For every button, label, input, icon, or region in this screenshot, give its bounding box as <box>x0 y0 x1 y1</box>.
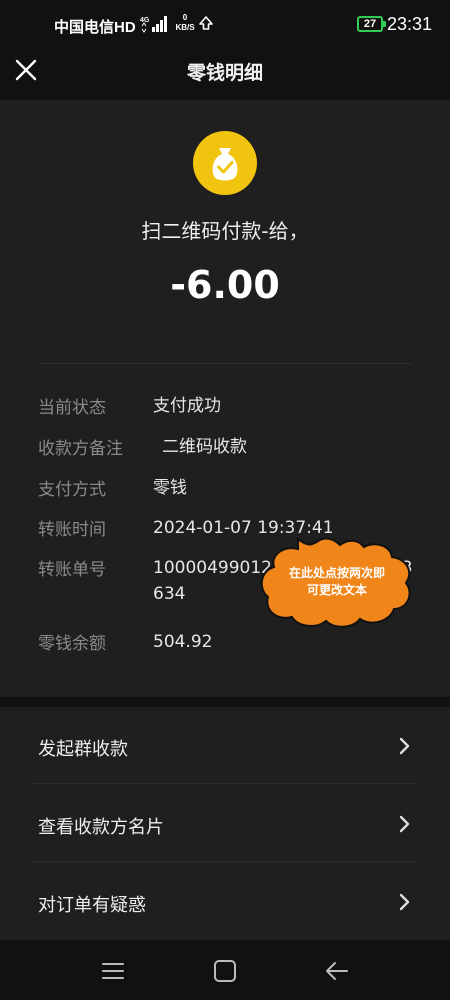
home-icon[interactable] <box>212 958 238 984</box>
tooltip-line: 可更改文本 <box>306 583 367 597</box>
group-collect-button[interactable]: 发起群收款 <box>0 707 450 784</box>
net-speed: 0 KB/S <box>175 13 195 32</box>
detail-value: 支付成功 <box>153 396 221 416</box>
divider <box>38 363 412 364</box>
chevron-right-icon <box>399 893 410 911</box>
page-title: 零钱明细 <box>186 62 263 84</box>
menu-item-label: 发起群收款 <box>38 739 128 760</box>
tooltip-line: 在此处点按两次即 <box>288 566 385 580</box>
chevron-right-icon <box>399 815 410 833</box>
menu-icon[interactable] <box>100 958 126 984</box>
detail-label: 当前状态 <box>38 398 106 418</box>
network-type: 4G <box>140 17 150 24</box>
detail-value: 504.92 <box>153 632 213 652</box>
carrier-name: 中国电信HD <box>54 19 136 36</box>
view-payee-card-button[interactable]: 查看收款方名片 <box>0 785 450 862</box>
divider <box>32 783 418 784</box>
amount: -6.00 <box>170 263 280 307</box>
order-question-button[interactable]: 对订单有疑惑 <box>0 863 450 940</box>
detail-label: 转账单号 <box>38 560 106 580</box>
detail-value: 二维码收款 <box>162 437 247 457</box>
menu-item-label: 对订单有疑惑 <box>38 895 146 916</box>
detail-label: 收款方备注 <box>38 439 123 459</box>
signal-icon: 4G <box>140 16 167 33</box>
upload-icon <box>199 16 213 30</box>
clock: 23:31 <box>387 14 433 34</box>
chevron-right-icon <box>399 737 410 755</box>
transaction-card: 扫二维码付款-给， -6.00 当前状态 支付成功 收款方备注 二维码收款 支付… <box>0 100 450 697</box>
divider <box>32 861 418 862</box>
edit-text-tooltip[interactable]: 在此处点按两次即 可更改文本 <box>260 535 414 630</box>
money-bag-check-icon <box>193 131 257 195</box>
detail-label: 零钱余额 <box>38 634 106 654</box>
back-icon[interactable] <box>324 958 350 984</box>
system-nav-bar <box>0 940 450 1000</box>
payee-title: 扫二维码付款-给， <box>141 219 309 243</box>
battery-icon: 27 <box>357 16 386 32</box>
header-bar: 零钱明细 <box>0 42 450 100</box>
detail-value: 零钱 <box>153 478 187 498</box>
detail-label: 支付方式 <box>38 480 106 500</box>
detail-label: 转账时间 <box>38 520 106 540</box>
menu-item-label: 查看收款方名片 <box>38 817 164 838</box>
action-menu: 发起群收款 查看收款方名片 对订单有疑惑 <box>0 707 450 940</box>
